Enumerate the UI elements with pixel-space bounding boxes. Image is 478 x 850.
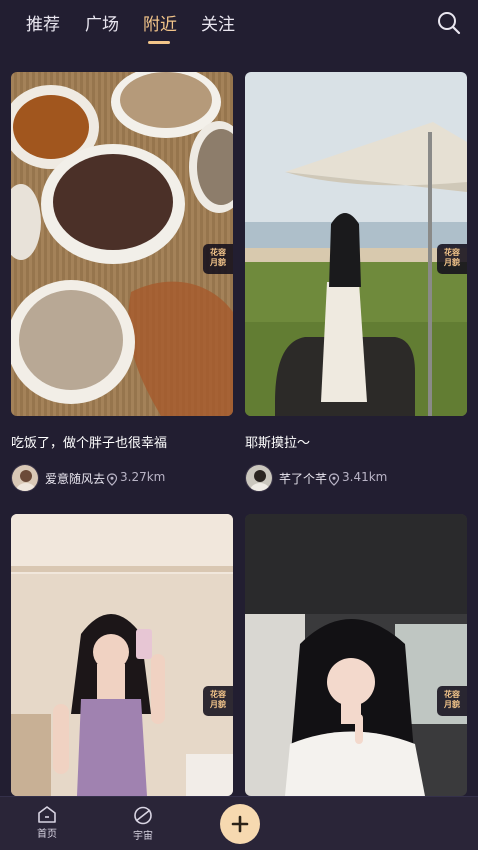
post-image[interactable]: 花容 月貌 bbox=[11, 72, 233, 416]
tab-following[interactable]: 关注 bbox=[201, 10, 235, 35]
home-icon bbox=[27, 805, 67, 824]
post-meta: 芊了个芊 3.41km bbox=[245, 464, 467, 494]
post-card[interactable]: 花容 月貌 耶斯摸拉～ 芊了个芊 3.41km bbox=[245, 72, 467, 502]
distance-label: 3.41km bbox=[342, 470, 388, 484]
post-caption: 吃饭了，做个胖子也很幸福 bbox=[11, 436, 168, 451]
post-meta: 爱意随风去 3.27km bbox=[11, 464, 233, 494]
tab-recommend[interactable]: 推荐 bbox=[26, 10, 60, 35]
rank-badge: 花容 月貌 bbox=[437, 686, 467, 716]
nav-universe[interactable]: 宇宙 bbox=[123, 805, 163, 842]
rank-badge: 花容 月貌 bbox=[437, 244, 467, 274]
planet-icon bbox=[123, 805, 163, 826]
create-post-button[interactable] bbox=[220, 804, 260, 844]
post-image[interactable]: 花容 月貌 bbox=[11, 514, 233, 796]
nav-home[interactable]: 首页 bbox=[27, 805, 67, 840]
post-card[interactable]: 花容 月貌 吃饭了，做个胖子也很幸福 爱意随风去 3.27km bbox=[11, 72, 233, 502]
tab-square[interactable]: 广场 bbox=[85, 10, 119, 35]
rank-badge: 花容 月貌 bbox=[203, 686, 233, 716]
avatar[interactable] bbox=[11, 464, 39, 492]
post-card[interactable]: 花容 月貌 bbox=[11, 514, 233, 796]
post-caption: 耶斯摸拉～ bbox=[245, 436, 311, 451]
search-icon[interactable] bbox=[436, 10, 462, 36]
nav-universe-label: 宇宙 bbox=[133, 831, 153, 842]
rank-badge: 花容 月貌 bbox=[203, 244, 233, 274]
post-card[interactable]: 花容 月貌 bbox=[245, 514, 467, 796]
username[interactable]: 芊了个芊 bbox=[279, 470, 327, 487]
post-image[interactable]: 花容 月貌 bbox=[245, 514, 467, 796]
nav-home-label: 首页 bbox=[37, 829, 57, 840]
distance-label: 3.27km bbox=[120, 470, 166, 484]
active-tab-indicator bbox=[148, 41, 170, 44]
post-image[interactable]: 花容 月貌 bbox=[245, 72, 467, 416]
tab-nearby[interactable]: 附近 bbox=[143, 10, 177, 35]
avatar[interactable] bbox=[245, 464, 273, 492]
username[interactable]: 爱意随风去 bbox=[45, 470, 105, 487]
top-nav: 推荐 广场 附近 关注 bbox=[0, 0, 478, 56]
location-pin-icon bbox=[328, 471, 340, 486]
location-pin-icon bbox=[106, 471, 118, 486]
